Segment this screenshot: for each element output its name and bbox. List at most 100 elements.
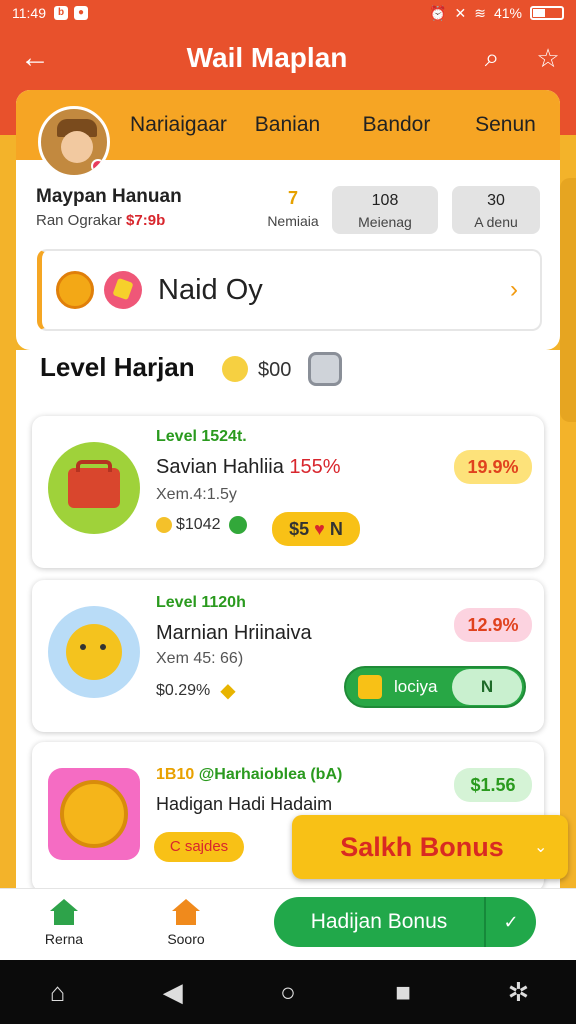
toggle-knob: N [452, 669, 522, 705]
battery-text: 41% [493, 5, 522, 21]
toggle-label: lociya [394, 677, 438, 696]
stat-meienag[interactable]: 108 Meienag [332, 186, 438, 234]
item-price: $1042 [176, 516, 221, 533]
stat-value: 108 [371, 192, 399, 209]
side-drawer-handle[interactable] [560, 178, 576, 422]
store-icon [172, 899, 200, 925]
avatar-badge-icon [91, 159, 105, 173]
item-toggle[interactable]: lociya N [344, 666, 526, 708]
gem-icon [104, 271, 142, 309]
item-level: Level 1120h [156, 594, 246, 611]
profile-money: $7:9b [126, 212, 166, 229]
battery-icon [530, 6, 564, 20]
tab-nariaigaar[interactable]: Nariaigaar [124, 113, 233, 137]
item-level-text: @Harhaioblea (bA) [198, 766, 343, 783]
assistant-icon[interactable]: ✲ [498, 977, 538, 1008]
bottom-nav: Rerna Sooro Hadijan Bonus ✓ [0, 888, 576, 960]
record-icon: ● [74, 6, 88, 20]
profile-card: Nariaigaar Banian Bandor Senun Maypan Ha… [16, 90, 560, 350]
profile-name: Maypan Hanuan [36, 186, 182, 207]
section-title: Level Harjan [40, 352, 195, 382]
status-bar: 11:49 b ● ⏰ ✕ ≋ 41% [0, 0, 576, 26]
nav-item-home[interactable]: Rerna [24, 899, 104, 947]
status-time: 11:49 [12, 5, 46, 21]
stat-label: Meienag [358, 214, 412, 230]
system-nav-bar: ⌂ ◀ ○ ■ ✲ [0, 960, 576, 1024]
bonus-button-label: Hadijan Bonus [310, 910, 448, 933]
coin-icon [56, 271, 94, 309]
search-icon[interactable]: ⌕ [464, 42, 520, 74]
item-level-prefix: 1B10 [156, 766, 195, 783]
avatar-face [61, 131, 93, 163]
item-title: Savian Hahliia 155% [156, 456, 341, 479]
promo-banner[interactable]: Naid Oy › [37, 249, 542, 331]
list-item[interactable]: Level 1524t. Savian Hahliia 155% Xem.4:1… [32, 416, 544, 568]
item-tag: $1.56 [454, 768, 532, 802]
avatar[interactable] [38, 106, 110, 178]
overview-circle-icon[interactable]: ○ [268, 977, 308, 1008]
profile-sub-label: Ran Ograkar [36, 212, 122, 229]
item-meta: $1042 [156, 516, 247, 534]
item-title-text: Savian Hahliia [156, 456, 284, 478]
back-arrow-icon[interactable]: ← [0, 41, 70, 75]
stat-value: 7 [287, 188, 298, 208]
home-icon [50, 899, 78, 925]
toolbox-icon [48, 442, 140, 534]
check-circle-icon [228, 516, 247, 534]
stat-label: A denu [474, 214, 518, 230]
alarm-icon: ⏰ [429, 4, 447, 21]
item-badge[interactable]: $5 ♥ N [272, 512, 360, 546]
chevron-down-icon: ⌄ [534, 839, 548, 856]
star-icon[interactable]: ☆ [520, 43, 576, 74]
item-percent: 155% [289, 456, 341, 478]
stat-label: Nemiaia [267, 213, 319, 229]
badge-amount: $5 [289, 519, 310, 539]
tab-banian[interactable]: Banian [233, 113, 342, 137]
compass-icon [48, 768, 140, 860]
tab-senun[interactable]: Senun [451, 113, 560, 137]
home-system-icon[interactable]: ⌂ [38, 977, 78, 1008]
gold-coin-icon [156, 517, 172, 533]
nav-label: Rerna [44, 931, 84, 947]
item-level: Level 1524t. [156, 428, 247, 445]
item-tag: 12.9% [454, 608, 532, 642]
smiley-icon [222, 356, 248, 382]
stat-adenu[interactable]: 30 A denu [452, 186, 540, 234]
wifi-icon: ≋ [474, 4, 486, 21]
stat-nemiaia: 7 Nemiaia [248, 188, 338, 229]
item-subtitle: Xem.4:1.5y [156, 486, 237, 503]
item-level: 1B10 @Harhaioblea (bA) [156, 766, 342, 784]
chevron-right-icon: › [510, 276, 518, 303]
floating-bonus-label: Salkh Bonus [340, 831, 504, 862]
item-subtitle: Xem 45: 66) [156, 650, 244, 667]
item-title: Marnian Hriinaiva [156, 622, 312, 644]
section-amount: $00 [258, 359, 292, 381]
promo-text: Naid Oy [158, 273, 263, 306]
diamond-icon: ◆ [220, 680, 236, 702]
heart-icon: ♥ [314, 519, 325, 539]
list-item[interactable]: Level 1120h Marnian Hriinaiva Xem 45: 66… [32, 580, 544, 732]
ticket-icon [358, 675, 382, 699]
back-system-icon[interactable]: ◀ [153, 977, 193, 1008]
tab-bandor[interactable]: Bandor [342, 113, 451, 137]
mascot-icon [48, 606, 140, 698]
page-title: Wail Maplan [186, 42, 348, 73]
item-title: Hadigan Hadi Hadaim [156, 794, 333, 814]
bonus-button[interactable]: Hadijan Bonus ✓ [274, 897, 536, 947]
jar-icon [308, 352, 342, 386]
item-price: $0.29% [156, 681, 211, 699]
stat-value: 30 [487, 192, 505, 209]
nav-label: Sooro [167, 931, 205, 947]
nav-item-store[interactable]: Sooro [146, 899, 226, 947]
app-bar: ← Wail Maplan ⌕ ☆ [0, 26, 576, 90]
mute-icon: ✕ [454, 4, 467, 21]
recents-square-icon[interactable]: ■ [383, 977, 423, 1008]
floating-bonus-button[interactable]: Salkh Bonus ⌄ [292, 815, 568, 879]
item-tag: 19.9% [454, 450, 532, 484]
profile-subline: Ran Ograkar $7:9b [36, 212, 165, 229]
item-badge[interactable]: C sajdes [154, 832, 244, 862]
notification-icon: b [54, 6, 68, 20]
status-right: ⏰ ✕ ≋ 41% [429, 5, 564, 22]
badge-extra: N [329, 519, 343, 539]
item-meta: $0.29% ◆ [156, 678, 236, 703]
